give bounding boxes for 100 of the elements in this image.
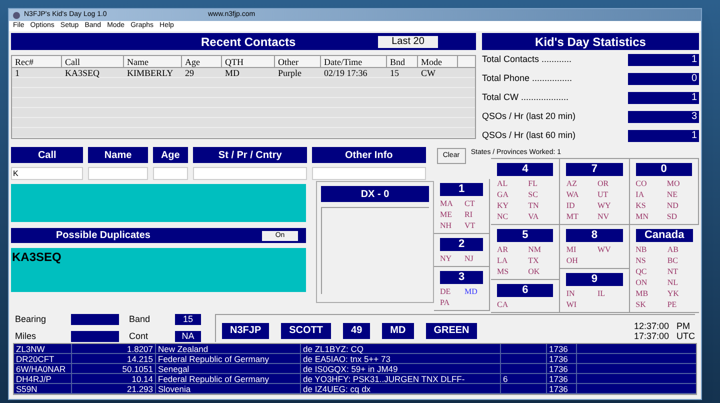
last-contact-value: GREEN — [426, 322, 478, 338]
cluster-cell: Federal Republic of Germany — [156, 354, 301, 363]
entry-field[interactable]: K — [11, 167, 84, 180]
stat-label: QSOs / Hr (last 20 min) — [482, 110, 577, 123]
column-header[interactable]: Date/Time — [321, 56, 387, 67]
state-label: IA — [636, 189, 646, 200]
cluster-cell: Slovenia — [156, 384, 301, 393]
state-label: VA — [528, 211, 540, 222]
state-label: NY — [440, 253, 453, 264]
state-label: OK — [528, 266, 541, 277]
state-label: ND — [666, 200, 680, 211]
cluster-cell: 1736 — [547, 354, 577, 363]
table-cell-text: Purple — [277, 68, 302, 77]
state-label: CT — [464, 198, 476, 209]
state-label: MB — [636, 288, 650, 299]
table-cell-text: 15 — [389, 68, 400, 77]
state-label: KS — [636, 200, 647, 211]
app-icon — [13, 12, 20, 18]
field-label: Name — [88, 147, 148, 163]
state-label: GA — [497, 189, 510, 200]
panel-title: Recent Contacts — [201, 34, 296, 50]
state-label: NT — [667, 266, 679, 277]
cluster-cell: de ZL1BYZ: CQ — [301, 344, 501, 353]
state-label: RI — [464, 209, 474, 220]
state-label: SK — [636, 299, 647, 310]
dx-title: DX - 0 — [321, 186, 429, 202]
state-label: PA — [440, 297, 450, 308]
state-label: PE — [667, 299, 678, 310]
state-label: CA — [497, 299, 510, 310]
cluster-cell: 6W/HA0NAR — [14, 364, 72, 373]
state-label: AZ — [566, 178, 578, 189]
column-header[interactable]: Bnd — [387, 56, 418, 67]
entry-field[interactable] — [152, 167, 188, 180]
entry-field[interactable] — [192, 167, 308, 180]
region-title: 9 — [566, 273, 623, 286]
region-title: 2 — [440, 238, 483, 251]
last-contact-value: N3FJP — [222, 322, 270, 338]
column-header[interactable]: Age — [182, 56, 222, 67]
cluster-cell: de YO3HFY: PSK31..JURGEN TNX DLFF- — [301, 374, 501, 383]
cluster-cell: de IS0GQX: 59+ in JM49 — [301, 364, 501, 373]
cluster-cell: New Zealand — [156, 344, 301, 353]
cluster-cell: 21.293 — [72, 384, 156, 393]
table-cell-text: KIMBERLY — [126, 68, 174, 77]
state-label: TN — [528, 200, 540, 211]
cluster-cell: 50.1051 — [72, 364, 156, 373]
state-label: IN — [566, 288, 576, 299]
state-label: OH — [566, 255, 579, 266]
cluster-cell: 6 — [501, 374, 547, 383]
state-label: SD — [666, 211, 678, 222]
state-label: NS — [636, 255, 647, 266]
cluster-cell: Senegal — [156, 364, 301, 373]
state-label: MO — [666, 178, 681, 189]
column-header[interactable]: Other — [275, 56, 321, 67]
state-label: ME — [440, 209, 453, 220]
last-contact-value: 49 — [343, 322, 370, 338]
stat-value: 0 — [628, 72, 699, 84]
region-title: 5 — [497, 229, 554, 242]
column-header[interactable]: Mode — [418, 56, 458, 67]
state-label: NM — [528, 244, 542, 255]
stats-title: Kid's Day Statistics — [482, 33, 699, 50]
cluster-cell: DH4RJ/P — [14, 374, 72, 383]
state-label: AL — [497, 178, 509, 189]
region-title: Canada — [636, 229, 693, 242]
region-title: 8 — [566, 229, 623, 242]
state-label: AR — [497, 244, 510, 255]
stat-value: 1 — [628, 92, 699, 104]
column-header[interactable]: Call — [62, 56, 124, 67]
state-label: IL — [597, 288, 606, 299]
state-label: MT — [566, 211, 580, 222]
state-label: WV — [597, 244, 612, 255]
stat-label: Total CW ................... — [482, 90, 570, 104]
entry-field[interactable] — [88, 167, 148, 180]
last-20-button[interactable]: Last 20 — [378, 36, 438, 48]
entry-field[interactable] — [312, 167, 426, 180]
state-label: NJ — [464, 253, 474, 264]
state-label: NH — [440, 220, 453, 231]
info-value: NA — [175, 331, 201, 342]
field-label: Other Info — [312, 147, 426, 163]
local-time: 12:37:00 PM — [634, 320, 692, 330]
state-label: YK — [667, 288, 680, 299]
region-title: 3 — [440, 271, 483, 284]
state-label: FL — [528, 178, 538, 189]
region-title: 0 — [636, 163, 692, 176]
state-label: ID — [566, 200, 576, 211]
stat-label: Total Phone ................ — [482, 72, 574, 85]
state-label: NC — [497, 211, 510, 222]
cluster-cell: S59N — [14, 384, 72, 393]
state-label: QC — [636, 266, 648, 277]
cluster-cell: 1736 — [547, 344, 577, 353]
state-label: MS — [497, 266, 510, 277]
state-label: UT — [597, 189, 610, 200]
cluster-cell: 1.8207 — [72, 344, 156, 353]
info-label: Miles — [15, 330, 38, 343]
column-header[interactable]: Name — [124, 56, 182, 67]
column-header[interactable]: QTH — [222, 56, 275, 67]
state-label: VT — [464, 220, 476, 231]
stat-value: 3 — [628, 110, 699, 122]
column-header[interactable]: Rec# — [12, 56, 62, 67]
last-contact-value: MD — [382, 322, 414, 338]
region-title: 4 — [497, 163, 554, 176]
